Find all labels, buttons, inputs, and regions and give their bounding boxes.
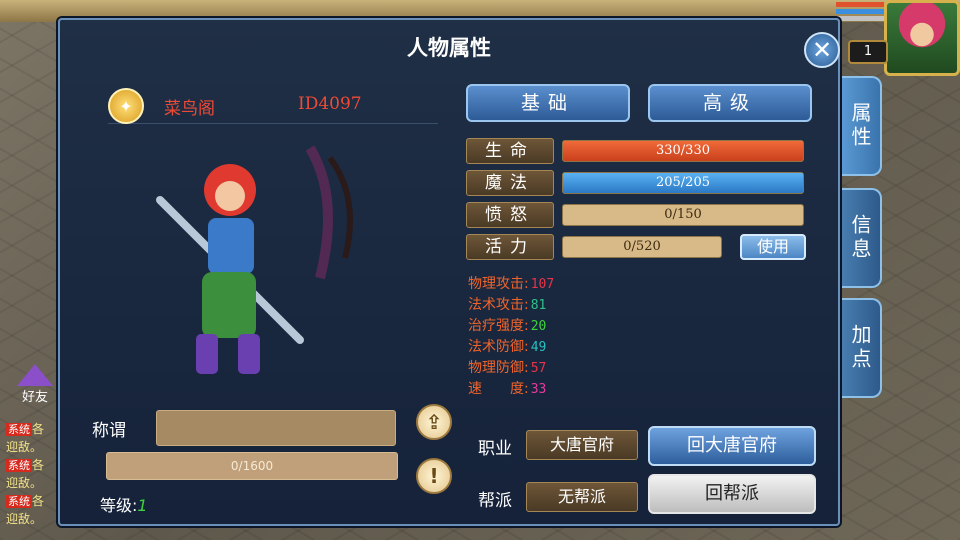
- stat-label-mp: 魔法: [466, 170, 554, 196]
- gold-emblem-icon: ✦: [108, 88, 144, 124]
- attr-value: 107: [530, 277, 555, 292]
- profession-value: 大唐官府: [526, 430, 638, 460]
- chat-text: 迎敌。: [6, 476, 43, 490]
- stat-label-hp: 生命: [466, 138, 554, 164]
- attr-physical-defense: 物理防御: 57: [468, 360, 547, 376]
- friends-button[interactable]: 好友: [8, 364, 62, 414]
- attr-label: 物理攻击: [468, 276, 524, 292]
- vitality-bar: 0/520: [562, 236, 722, 258]
- close-icon: ✕: [811, 36, 833, 64]
- stat-label-rage: 愤怒: [466, 202, 554, 228]
- character-name-row: ✦ 菜鸟阁 ID4097: [108, 88, 438, 124]
- chat-system-tag: 系统: [6, 495, 32, 508]
- hud-exp-bar: [836, 16, 884, 21]
- rage-value: 0/150: [664, 207, 702, 222]
- chat-line: 系统各: [6, 420, 62, 438]
- hud-status-bars: [836, 0, 884, 24]
- exclamation-icon: !: [429, 464, 439, 488]
- info-exclamation-button[interactable]: !: [416, 458, 452, 494]
- chat-system-tag: 系统: [6, 423, 32, 436]
- attr-label: 速 度: [468, 381, 524, 397]
- rage-bar: 0/150: [562, 204, 804, 226]
- hud-hp-bar: [836, 2, 884, 7]
- hp-value: 330/330: [655, 143, 710, 158]
- panel-title: 人物属性: [407, 36, 491, 60]
- chat-line: 迎敌。: [6, 474, 62, 492]
- character-id: ID4097: [298, 94, 362, 114]
- attr-healing-power: 治疗强度: 20: [468, 318, 547, 334]
- return-to-sect-button[interactable]: 回大唐官府: [648, 426, 816, 466]
- chat-text: 迎敌。: [6, 512, 43, 526]
- side-tab-info[interactable]: 信息: [840, 188, 882, 288]
- character-attributes-panel: 人物属性 ✕ ✦ 菜鸟阁 ID4097 基础 高级 生命 330/330 魔法 …: [58, 18, 840, 526]
- level-label-text: 等级:: [100, 496, 138, 515]
- attr-value: 81: [530, 298, 547, 313]
- mp-value: 205/205: [655, 175, 710, 190]
- character-name: 菜鸟阁: [164, 99, 215, 119]
- upgrade-title-button[interactable]: ⇪: [416, 404, 452, 440]
- attr-value: 57: [530, 361, 547, 376]
- chat-line: 迎敌。: [6, 510, 62, 528]
- chat-line: 系统各: [6, 492, 62, 510]
- chat-system-tag: 系统: [6, 459, 32, 472]
- return-to-guild-button[interactable]: 回帮派: [648, 474, 816, 514]
- stat-label-vitality: 活力: [466, 234, 554, 260]
- chat-text: 各: [32, 422, 45, 436]
- title-label: 称谓: [92, 421, 126, 441]
- mp-bar: 205/205: [562, 172, 804, 194]
- vitality-value: 0/520: [623, 239, 661, 254]
- attr-value: 33: [530, 382, 547, 397]
- chat-line: 迎敌。: [6, 438, 62, 456]
- sword-hero-calligraphy-emblem: [305, 145, 353, 280]
- side-tab-attributes[interactable]: 属性: [840, 76, 882, 176]
- attr-label: 治疗强度: [468, 318, 524, 334]
- attr-label: 法术攻击: [468, 297, 524, 313]
- upload-arrow-icon: ⇪: [425, 410, 443, 434]
- attr-physical-attack: 物理攻击: 107: [468, 276, 555, 292]
- chat-text: 各: [32, 494, 45, 508]
- attr-value: 49: [530, 340, 547, 355]
- tab-advanced[interactable]: 高级: [648, 84, 812, 122]
- side-tab-points[interactable]: 加点: [840, 298, 882, 398]
- player-level-badge: 1: [848, 40, 888, 64]
- player-portrait-avatar[interactable]: [884, 0, 960, 76]
- attr-magic-defense: 法术防御: 49: [468, 339, 547, 355]
- attr-value: 20: [530, 319, 547, 334]
- experience-bar: 0/1600: [106, 452, 398, 480]
- profession-label: 职业: [478, 439, 512, 459]
- chat-log: 系统各 迎敌。 系统各 迎敌。 系统各 迎敌。: [6, 420, 62, 528]
- friends-label: 好友: [21, 390, 48, 405]
- title-field[interactable]: [156, 410, 396, 446]
- level-label: 等级:1: [100, 492, 148, 516]
- level-value: 1: [137, 496, 148, 515]
- tab-basic[interactable]: 基础: [466, 84, 630, 122]
- chat-line: 系统各: [6, 456, 62, 474]
- attr-magic-attack: 法术攻击: 81: [468, 297, 547, 313]
- use-vitality-button[interactable]: 使用: [740, 234, 806, 260]
- attr-label: 物理防御: [468, 360, 524, 376]
- chat-text: 各: [32, 458, 45, 472]
- straw-hat-icon: [17, 364, 53, 386]
- attr-label: 法术防御: [468, 339, 524, 355]
- guild-label: 帮派: [478, 491, 512, 511]
- hud-mp-bar: [836, 9, 884, 14]
- guild-value: 无帮派: [526, 482, 638, 512]
- attr-speed: 速 度: 33: [468, 381, 547, 397]
- hp-bar: 330/330: [562, 140, 804, 162]
- close-button[interactable]: ✕: [804, 32, 840, 68]
- chat-text: 迎敌。: [6, 440, 43, 454]
- character-portrait-art: [156, 164, 304, 374]
